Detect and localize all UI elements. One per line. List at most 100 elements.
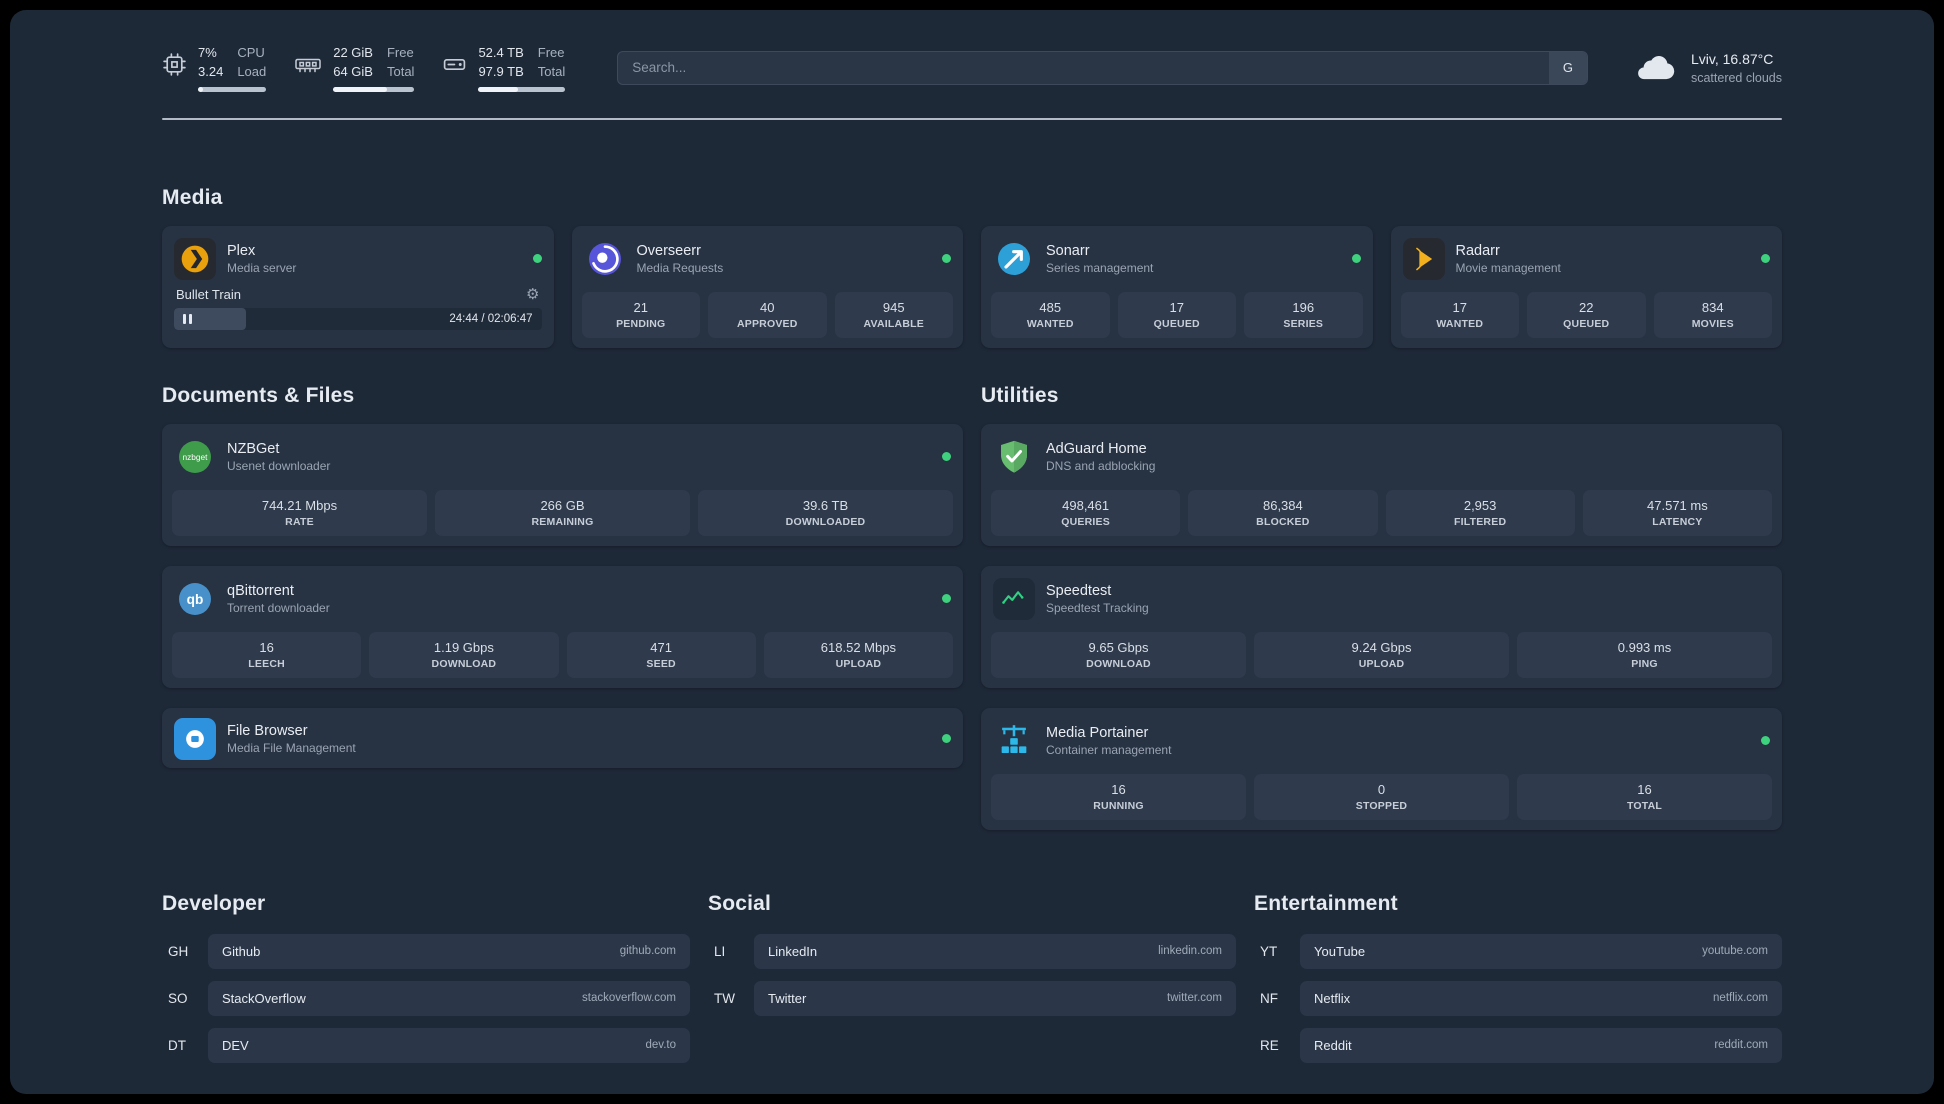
stat-movies: 834 MOVIES xyxy=(1653,291,1772,338)
cpu-usage-label: CPU xyxy=(237,45,265,60)
weather-location: Lviv, 16.87°C xyxy=(1690,50,1774,67)
topbar: 7% 3.24 CPU Load 22 GiB 64 GiB Free Tota… xyxy=(162,44,1782,92)
services-columns: Documents & Files nzbget NZBGet Usenet d… xyxy=(162,384,1782,830)
stat-series: 196 SERIES xyxy=(1244,291,1363,338)
stat-queued: 22 QUEUED xyxy=(1527,291,1646,338)
pause-icon[interactable] xyxy=(183,313,192,324)
service-name: Sonarr xyxy=(1046,242,1090,259)
service-name: AdGuard Home xyxy=(1046,440,1147,457)
cpu-progress-bar xyxy=(198,86,267,92)
stat-download: 9.65 Gbps DOWNLOAD xyxy=(991,631,1246,678)
stat-leech: 16 LEECH xyxy=(172,631,362,678)
cloud-icon xyxy=(1632,50,1678,85)
stat-download: 1.19 Gbps DOWNLOAD xyxy=(369,631,559,678)
service-card-plex[interactable]: Plex Media server Bullet Train ⚙ 24:44 /… xyxy=(162,225,554,348)
service-name: File Browser xyxy=(227,722,308,739)
service-card-adguard[interactable]: AdGuard Home DNS and adblocking 498,461 … xyxy=(981,423,1782,546)
service-name: NZBGet xyxy=(227,440,280,457)
disk-free-label: Free xyxy=(537,45,565,60)
portainer-icon xyxy=(993,720,1035,762)
search-input[interactable] xyxy=(617,50,1588,85)
stat-seed: 471 SEED xyxy=(566,631,756,678)
playback-progress-bar[interactable]: 24:44 / 02:06:47 xyxy=(174,307,542,330)
gear-icon[interactable]: ⚙ xyxy=(526,287,539,302)
playback-time: 24:44 / 02:06:47 xyxy=(449,312,533,325)
bookmark-dev[interactable]: DT DEV dev.to xyxy=(162,1027,690,1063)
divider xyxy=(162,117,1782,120)
status-dot xyxy=(942,452,951,462)
stat-upload: 9.24 Gbps UPLOAD xyxy=(1254,631,1509,678)
memory-free-label: Free xyxy=(386,45,414,60)
service-card-overseerr[interactable]: Overseerr Media Requests 21 PENDING 40 A… xyxy=(571,225,963,348)
bookmark-github[interactable]: GH Github github.com xyxy=(162,933,690,969)
service-card-filebrowser[interactable]: File Browser Media File Management xyxy=(162,707,963,768)
service-subtitle: Series management xyxy=(1046,260,1154,275)
section-utilities: Utilities AdGuard Home DNS and adblockin… xyxy=(981,384,1782,830)
speedtest-icon xyxy=(993,577,1035,620)
service-card-qbittorrent[interactable]: qb qBittorrent Torrent downloader 16 LEE… xyxy=(162,565,963,688)
section-title-documents: Documents & Files xyxy=(162,383,355,407)
svg-text:nzbget: nzbget xyxy=(182,452,208,462)
overseerr-icon xyxy=(584,238,626,280)
nzbget-icon: nzbget xyxy=(174,436,216,478)
disk-total-label: Total xyxy=(537,63,566,79)
section-documents: Documents & Files nzbget NZBGet Usenet d… xyxy=(162,384,963,830)
bookmark-stackoverflow[interactable]: SO StackOverflow stackoverflow.com xyxy=(162,980,690,1016)
service-card-nzbget[interactable]: nzbget NZBGet Usenet downloader 744.21 M… xyxy=(162,423,963,546)
status-dot xyxy=(1761,254,1770,264)
service-subtitle: Media File Management xyxy=(227,740,356,755)
now-playing-title: Bullet Train xyxy=(176,286,242,302)
status-dot xyxy=(942,254,951,264)
qbittorrent-icon: qb xyxy=(174,578,216,620)
service-card-speedtest[interactable]: Speedtest Speedtest Tracking 9.65 Gbps D… xyxy=(981,565,1782,688)
bookmark-netflix[interactable]: NF Netflix netflix.com xyxy=(1254,980,1782,1016)
bookmark-youtube[interactable]: YT YouTube youtube.com xyxy=(1254,933,1782,969)
svg-text:qb: qb xyxy=(187,592,204,607)
service-subtitle: Media Requests xyxy=(636,260,724,275)
bookmark-twitter[interactable]: TW Twitter twitter.com xyxy=(708,980,1236,1016)
radarr-icon xyxy=(1402,237,1445,280)
plex-icon xyxy=(174,237,216,280)
section-media: Media Plex Media server Bullet Train ⚙ 2… xyxy=(162,186,1782,348)
cpu-usage-value: 7% xyxy=(198,45,217,60)
weather-condition: scattered clouds xyxy=(1690,70,1782,85)
service-name: Speedtest xyxy=(1046,582,1112,599)
stat-ping: 0.993 ms PING xyxy=(1517,631,1772,678)
stat-available: 945 AVAILABLE xyxy=(834,291,953,338)
bookmark-group-developer: Developer GH Github github.com SO StackO… xyxy=(162,892,690,1063)
memory-total-value: 64 GiB xyxy=(333,63,373,79)
stat-stopped: 0 STOPPED xyxy=(1254,773,1509,820)
service-card-sonarr[interactable]: Sonarr Series management 485 WANTED 17 Q… xyxy=(981,225,1373,348)
service-subtitle: DNS and adblocking xyxy=(1046,458,1156,473)
service-card-portainer[interactable]: Media Portainer Container management 16 … xyxy=(981,707,1782,830)
media-grid: Plex Media server Bullet Train ⚙ 24:44 /… xyxy=(162,225,1782,348)
status-dot xyxy=(532,254,542,264)
stat-queued: 17 QUEUED xyxy=(1117,291,1236,338)
stat-wanted: 485 WANTED xyxy=(991,291,1110,338)
bookmark-linkedin[interactable]: LI LinkedIn linkedin.com xyxy=(708,933,1236,969)
section-title-entertainment: Entertainment xyxy=(1254,891,1398,915)
memory-widget: 22 GiB 64 GiB Free Total xyxy=(294,44,415,92)
stat-rate: 744.21 Mbps RATE xyxy=(172,489,427,536)
stat-remaining: 266 GB REMAINING xyxy=(435,489,690,536)
bookmark-group-entertainment: Entertainment YT YouTube youtube.com NF … xyxy=(1254,892,1782,1063)
bookmark-reddit[interactable]: RE Reddit reddit.com xyxy=(1254,1027,1782,1063)
bookmark-group-social: Social LI LinkedIn linkedin.com TW Twitt… xyxy=(708,892,1236,1016)
stat-pending: 21 PENDING xyxy=(581,291,700,338)
status-dot xyxy=(1761,736,1770,746)
disk-total-value: 97.9 TB xyxy=(478,63,524,79)
section-title-social: Social xyxy=(708,891,772,915)
status-dot xyxy=(1351,254,1361,264)
service-subtitle: Speedtest Tracking xyxy=(1046,600,1149,615)
cpu-load-value: 3.24 xyxy=(198,63,224,79)
dashboard: 7% 3.24 CPU Load 22 GiB 64 GiB Free Tota… xyxy=(10,10,1934,1094)
service-name: Media Portainer xyxy=(1046,724,1149,741)
filebrowser-icon xyxy=(174,717,216,760)
weather-widget: Lviv, 16.87°C scattered clouds xyxy=(1632,49,1782,87)
service-name: Radarr xyxy=(1455,242,1500,259)
search-provider-button[interactable]: G xyxy=(1548,51,1587,84)
service-card-radarr[interactable]: Radarr Movie management 17 WANTED 22 QUE… xyxy=(1390,225,1782,348)
disk-free-value: 52.4 TB xyxy=(478,45,524,60)
stat-approved: 40 APPROVED xyxy=(708,291,827,338)
status-dot xyxy=(942,734,951,744)
